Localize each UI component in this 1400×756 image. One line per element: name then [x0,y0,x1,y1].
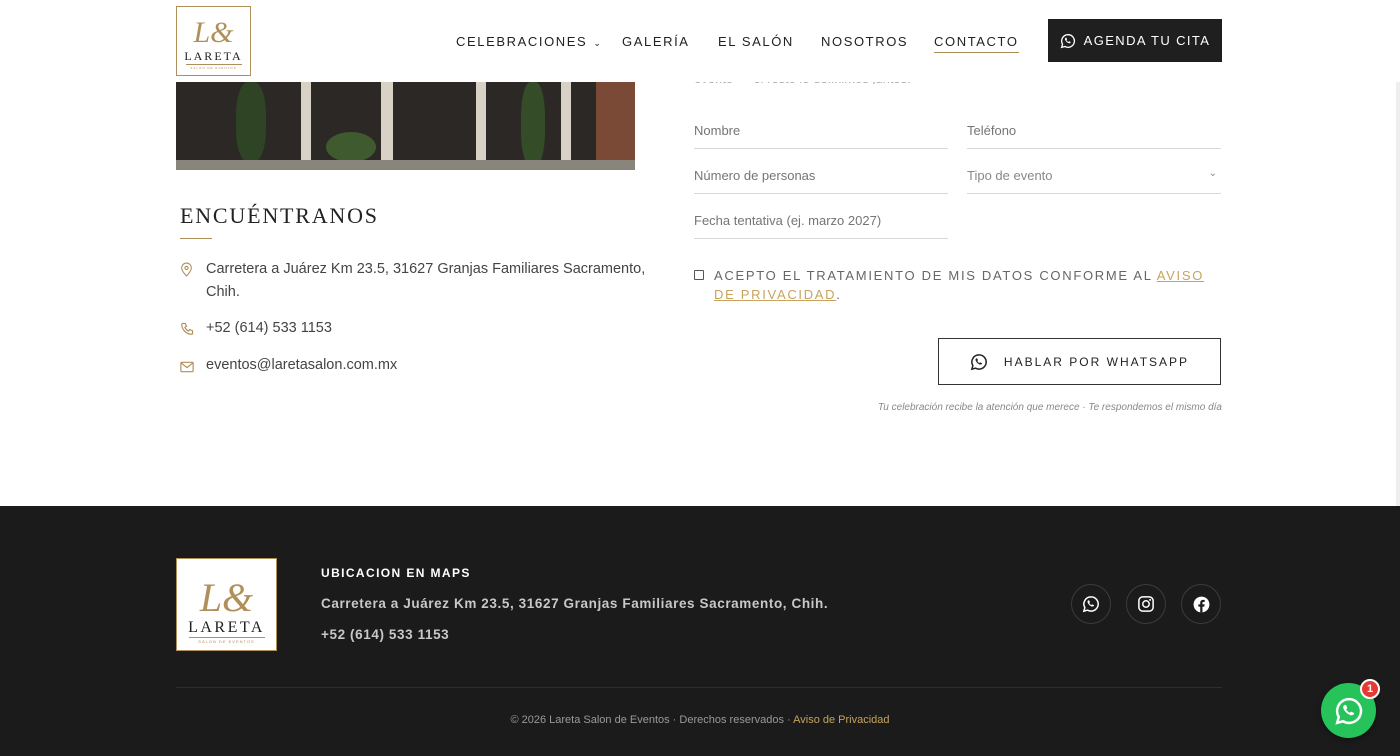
response-note: Tu celebración recibe la atención que me… [877,402,1222,413]
instagram-icon [1138,596,1154,612]
mail-icon [180,354,206,381]
footer-divider [176,687,1222,688]
site-header: L& LARETA SALON DE EVENTOS CELEBRACIONES… [0,0,1400,82]
name-field[interactable] [694,122,948,149]
footer-facebook-link[interactable] [1181,584,1221,624]
guests-input[interactable] [694,168,948,183]
whatsapp-icon [1334,697,1362,725]
map-pin-icon [180,258,206,285]
logo-wordmark: LARETA [188,619,265,636]
footer-address[interactable]: Carretera a Juárez Km 23.5, 31627 Granja… [321,596,828,611]
cta-label: AGENDA TU CITA [1083,33,1211,48]
phone-row[interactable]: +52 (614) 533 1153 [180,317,646,344]
nav-item-galeria[interactable]: GALERÍA [622,34,690,49]
whatsapp-submit-button[interactable]: HABLAR POR WHATSAPP [938,338,1221,385]
footer-phone[interactable]: +52 (614) 533 1153 [321,627,449,642]
footer-maps-heading: UBICACION EN MAPS [321,566,471,580]
event-type-field[interactable]: Tipo de evento ⌄ [967,167,1221,194]
logo-wordmark: LARETA [184,49,243,63]
logo-tagline: SALON DE EVENTOS [188,637,265,644]
nav-item-nosotros[interactable]: NOSOTROS [821,34,908,49]
footer-logo[interactable]: L& LARETA SALON DE EVENTOS [176,558,277,651]
facebook-icon [1193,596,1209,612]
logo-tagline: SALON DE EVENTOS [185,64,242,70]
consent-checkbox[interactable] [694,270,704,280]
notification-badge: 1 [1360,679,1380,699]
email-row[interactable]: eventos@laretasalon.com.mx [180,354,646,381]
phone-input[interactable] [967,123,1221,138]
event-type-select[interactable]: Tipo de evento [967,168,1053,183]
consent-label: ACEPTO EL TRATAMIENTO DE MIS DATOS CONFO… [714,268,1205,302]
privacy-consent: ACEPTO EL TRATAMIENTO DE MIS DATOS CONFO… [694,266,1222,304]
nav-item-label: CELEBRACIONES [456,34,588,49]
site-footer: L& LARETA SALON DE EVENTOS UBICACION EN … [0,506,1400,756]
submit-label: HABLAR POR WHATSAPP [1003,354,1190,369]
chevron-down-icon: ⌄ [593,38,603,48]
phone-icon [180,317,206,344]
find-us-title: ENCUÉNTRANOS [180,203,379,228]
address-row: Carretera a Juárez Km 23.5, 31627 Granja… [180,258,646,304]
venue-photo [176,82,635,170]
title-divider [180,238,212,239]
email-text: eventos@laretasalon.com.mx [206,357,398,373]
copyright-text: © 2026 Lareta Salon de Eventos · Derecho… [510,714,794,726]
footer-instagram-link[interactable] [1126,584,1166,624]
schedule-appointment-button[interactable]: AGENDA TU CITA [1048,19,1222,62]
guests-field[interactable] [694,167,948,194]
nav-item-contacto[interactable]: CONTACTO [934,34,1019,53]
date-field[interactable] [694,212,948,239]
phone-field[interactable] [967,122,1221,149]
nav-item-celebraciones[interactable]: CELEBRACIONES ⌄ [456,34,603,49]
name-input[interactable] [694,123,948,138]
header-logo[interactable]: L& LARETA SALON DE EVENTOS [176,6,251,76]
logo-monogram: L& [199,575,254,620]
logo-monogram: L& [193,16,234,49]
footer-privacy-link[interactable]: Aviso de Privacidad [793,714,889,726]
chevron-down-icon: ⌄ [1208,168,1217,179]
copyright-line: © 2026 Lareta Salon de Eventos · Derecho… [0,714,1400,726]
nav-item-el-salon[interactable]: EL SALÓN [718,34,794,49]
phone-text: +52 (614) 533 1153 [206,320,332,336]
footer-whatsapp-link[interactable] [1071,584,1111,624]
whatsapp-icon [1082,596,1099,613]
whatsapp-icon [970,353,987,370]
date-input[interactable] [694,213,948,228]
whatsapp-icon [1060,33,1075,48]
address-text: Carretera a Juárez Km 23.5, 31627 Granja… [206,261,646,300]
